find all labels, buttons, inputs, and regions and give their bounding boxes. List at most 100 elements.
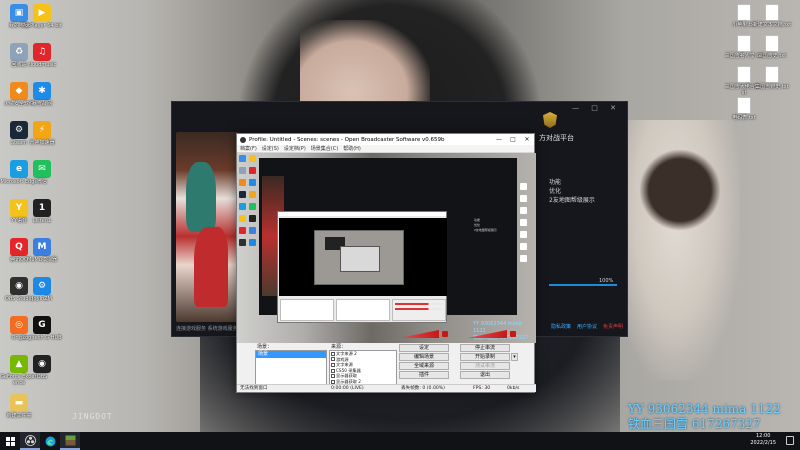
preview-nested-window xyxy=(340,246,380,272)
desktop-icon-leishen[interactable]: ⚡ 雷神加速器 xyxy=(22,121,62,146)
preview-desktop-icon xyxy=(249,191,256,198)
text-file-icon xyxy=(737,66,751,83)
preview-desktop-icon xyxy=(249,227,256,234)
text-file-icon xyxy=(765,66,779,83)
desktop-icon-potplayer[interactable]: ▶ PotPlayer 64 bit xyxy=(22,4,62,29)
preview-icons-left xyxy=(238,155,260,251)
desktop-icon-listen1[interactable]: 1 Listen1 xyxy=(22,199,62,224)
obs-window[interactable]: Profile: Untitled - Scenes: scenes - Ope… xyxy=(236,133,536,393)
menu-scene-collection[interactable]: 场景集合(C) xyxy=(311,145,338,152)
obs-preview[interactable]: 功能 优化 2友地图帮级展示 YY 93062344 mima 1122 铁血三… xyxy=(237,153,536,343)
source-visibility-checkbox[interactable] xyxy=(331,351,335,356)
desktop-icon-label: 微信 xyxy=(36,179,47,185)
obs-titlebar[interactable]: Profile: Untitled - Scenes: scenes - Ope… xyxy=(237,134,534,145)
menu-help[interactable]: 帮助(H) xyxy=(343,145,361,152)
desktop-icon-obs[interactable]: ◉ OBS xyxy=(22,355,62,380)
global-source-button[interactable]: 全域来源 xyxy=(399,362,449,370)
text-file-icon xyxy=(765,35,779,52)
scene-item-selected[interactable]: 场景 xyxy=(256,351,326,358)
stream-overlay-text: YY 93062344 mima 1122 铁血三国雪 617267327 xyxy=(628,402,781,432)
text-file-icon xyxy=(737,4,751,21)
disclaimer-link[interactable]: 免责声明 xyxy=(603,323,623,330)
exit-button[interactable]: 退出 xyxy=(460,371,510,379)
desktop-icon-wechat[interactable]: ✉ 微信 xyxy=(22,160,62,185)
obs-app-icon xyxy=(240,136,246,143)
desktop-icon-mumu[interactable]: M MuMu模拟器 xyxy=(22,238,62,263)
taskbar: 12:00 2022/2/15 xyxy=(0,432,800,450)
launcher-progress-bar xyxy=(549,284,617,286)
preview-feature-line: 2友地图帮级展示 xyxy=(474,228,497,232)
launcher-progress-fill xyxy=(549,284,617,286)
launcher-feature-list: 功能 优化 2友地图帮级展示 xyxy=(549,178,595,205)
terms-link[interactable]: 用户协议 xyxy=(577,323,597,330)
feature-line: 2友地图帮级展示 xyxy=(549,197,595,204)
launcher-window-controls[interactable]: — □ ✕ xyxy=(572,104,621,112)
listen1-icon: 1 xyxy=(33,199,51,217)
watermark-stars: ★★★ xyxy=(85,424,105,431)
source-visibility-checkbox[interactable] xyxy=(331,362,335,367)
preview-desktop-icon xyxy=(249,215,256,222)
maximize-button[interactable]: □ xyxy=(506,136,520,143)
desktop-icon-label: MuMu模拟器 xyxy=(27,257,57,263)
desktop-icon-folder[interactable]: ▬ 新建文件夹 xyxy=(0,394,39,419)
obs-taskbar-icon[interactable] xyxy=(20,432,40,450)
windows-start-icon[interactable] xyxy=(0,432,20,450)
clock-time: 12:00 xyxy=(755,433,771,439)
desktop-icon-joytoy[interactable]: ⚙ JoyInZM xyxy=(22,277,62,302)
plugins-button[interactable]: 插件 xyxy=(399,371,449,379)
source-list[interactable]: 文字来源 2游戏源文字来源CS50 采集器显示器获取显示器获取 2摄名人堂 xyxy=(329,350,397,386)
desktop-file-4[interactable]: 三国雪史.txt xyxy=(752,35,792,59)
stop-stream-button[interactable]: 停止串流 xyxy=(460,344,510,352)
audio-mixer: 设定 停止串流 编辑场景 开始录制 ▾ 全域来源 测试串流 插件 退出 xyxy=(399,330,534,386)
edit-scene-button[interactable]: 编辑场景 xyxy=(399,353,449,361)
minecraft-taskbar-icon[interactable] xyxy=(60,432,80,450)
scene-list[interactable]: 场景 xyxy=(255,350,327,386)
minimize-button[interactable]: — xyxy=(492,136,506,143)
preview-file-icon xyxy=(520,219,527,226)
desktop-file-7[interactable]: 电码表.txt xyxy=(724,97,764,121)
desktop-speaker-icon[interactable] xyxy=(442,331,448,337)
preview-obs-window xyxy=(277,211,447,323)
feature-line: 优化 xyxy=(549,188,562,195)
folder-icon: ▬ xyxy=(10,394,28,412)
start-record-button[interactable]: 开始录制 xyxy=(460,353,510,361)
source-visibility-checkbox[interactable] xyxy=(331,357,335,362)
mic-speaker-icon[interactable] xyxy=(510,331,516,337)
desktop-icon-cloudmusic[interactable]: ♫ cloudmusic xyxy=(22,43,62,68)
close-button[interactable]: ✕ xyxy=(520,136,534,143)
desktop: ▣ 我的电脑 ▶ PotPlayer 64 bit ♻ 回收站 ♫ cloudmusic ◆ 火绒… xyxy=(0,0,800,450)
preview-nested-screen xyxy=(314,230,404,285)
preview-file-icon xyxy=(520,243,527,250)
battlenet-icon: ✱ xyxy=(33,82,51,100)
preview-file-icon xyxy=(520,183,527,190)
scenes-label: 场景： xyxy=(257,344,273,350)
potplayer-icon: ▶ xyxy=(33,4,51,22)
desktop-icon-logitech[interactable]: G Logitech G HUB xyxy=(22,316,62,341)
menu-profile[interactable]: 设定档(P) xyxy=(284,145,306,152)
launcher-footer-left: 连接游戏服务 系统游戏服务 xyxy=(176,326,238,332)
desktop-file-6[interactable]: 三国雪野史.txt xyxy=(752,66,792,90)
desktop-icon-label: Logitech G HUB xyxy=(22,335,62,341)
joytoy-icon: ⚙ xyxy=(33,277,51,295)
artwork-hair xyxy=(186,162,216,232)
settings-button[interactable]: 设定 xyxy=(399,344,449,352)
desktop-icon-label: 雷神加速器 xyxy=(29,140,55,146)
taskbar-clock[interactable]: 12:00 2022/2/15 xyxy=(750,433,776,447)
test-stream-button[interactable]: 测试串流 xyxy=(460,362,510,370)
status-dropped-frames: 丢失帧数: 0 (0.00%) xyxy=(401,386,445,391)
menu-settings[interactable]: 设定(S) xyxy=(262,145,279,152)
source-visibility-checkbox[interactable] xyxy=(331,368,335,373)
record-dropdown-icon[interactable]: ▾ xyxy=(511,353,518,361)
wallpaper-right-hair xyxy=(640,150,720,230)
desktop-icon-battlenet[interactable]: ✱ 暴雪战网 xyxy=(22,82,62,107)
menu-file[interactable]: 档案(F) xyxy=(240,145,257,152)
status-message: 无法找到窗口 xyxy=(240,386,268,391)
launcher-anime-artwork xyxy=(176,132,240,322)
edge-taskbar-icon[interactable] xyxy=(40,432,60,450)
notification-icon[interactable] xyxy=(786,436,794,445)
desktop-file-label: 电码表.txt xyxy=(732,115,756,121)
privacy-link[interactable]: 隐私政策 xyxy=(551,323,571,330)
source-visibility-checkbox[interactable] xyxy=(331,374,335,379)
text-file-icon xyxy=(765,4,779,21)
desktop-file-2[interactable]: 新建文本文档.txt xyxy=(752,4,792,28)
